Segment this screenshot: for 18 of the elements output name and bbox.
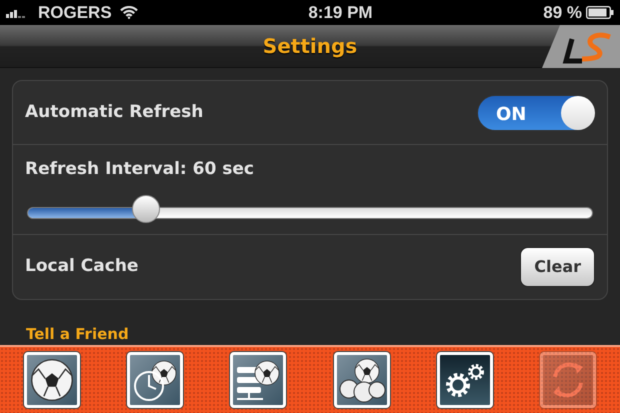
- slider-thumb[interactable]: [132, 194, 160, 222]
- carrier-name: ROGERS: [38, 2, 112, 24]
- tab-button[interactable]: [24, 352, 80, 408]
- tab-button[interactable]: [334, 352, 390, 408]
- tab-button[interactable]: [126, 352, 183, 408]
- toggle-switch[interactable]: ON: [477, 94, 595, 130]
- setting-label: Local Cache: [25, 255, 138, 278]
- battery-percent: 89 %: [543, 2, 582, 24]
- setting-label: Automatic Refresh: [25, 100, 204, 124]
- screen-title: Settings: [262, 33, 358, 60]
- clear-button[interactable]: Clear: [520, 247, 595, 287]
- battery-icon: [586, 6, 614, 19]
- clock-time: 8:19 PM: [308, 2, 373, 22]
- section-header: Tell a Friend: [26, 324, 129, 344]
- setting-label: Refresh Interval: 60 sec: [25, 158, 255, 181]
- tab-button[interactable]: [436, 352, 493, 408]
- wifi-icon: [120, 6, 138, 19]
- tab-button[interactable]: [230, 352, 286, 408]
